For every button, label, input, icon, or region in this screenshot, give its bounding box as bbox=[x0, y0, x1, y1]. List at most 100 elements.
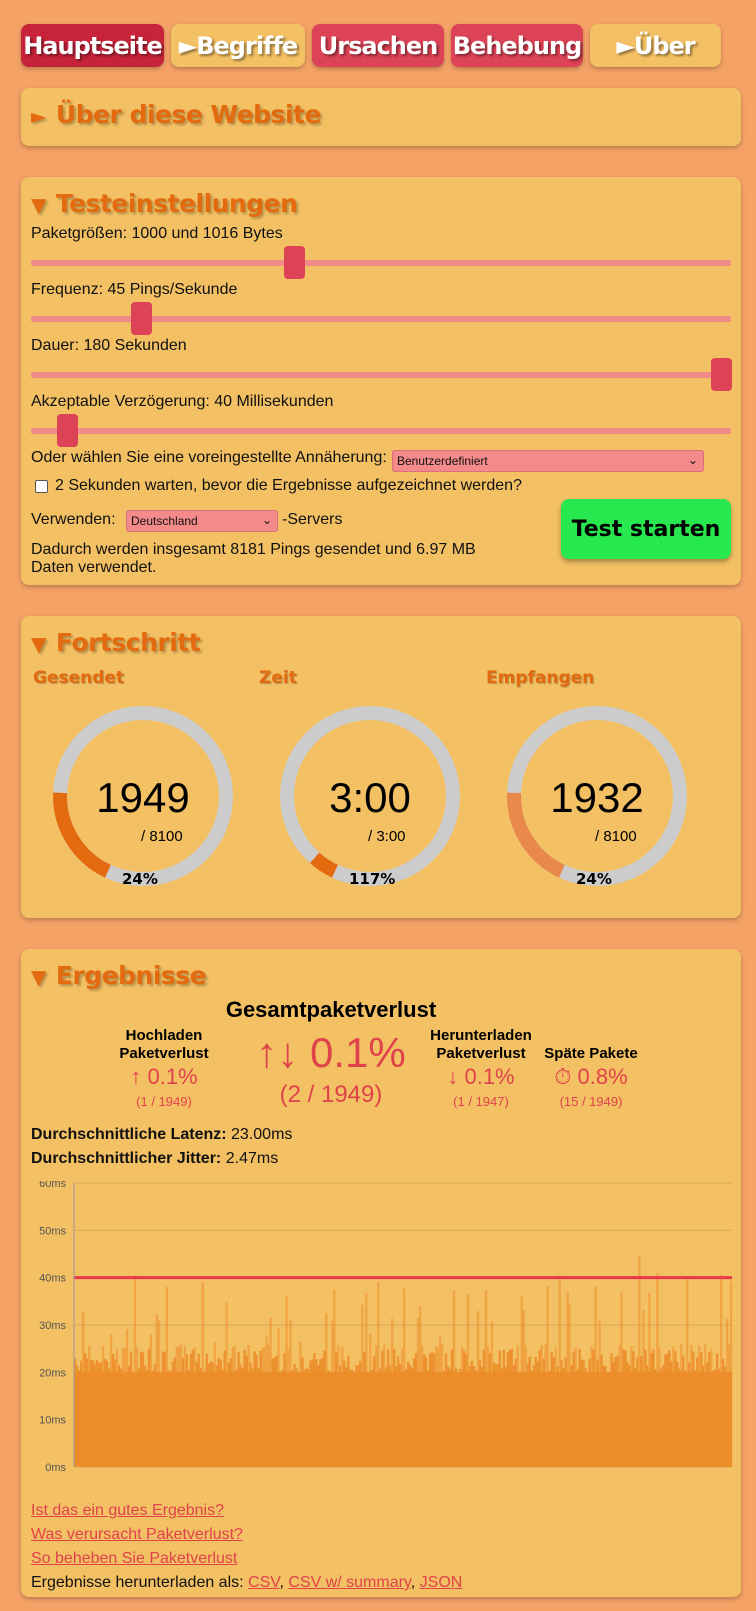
results-panel: ▼ Ergebnisse Gesamtpaketverlust Hochladen… bbox=[21, 949, 741, 1597]
link-good-result[interactable]: Ist das ein gutes Ergebnis? bbox=[31, 1502, 224, 1520]
gauge-received-total: / 8100 bbox=[595, 828, 637, 845]
gauge-received: 1932 / 8100 24% bbox=[503, 702, 691, 890]
link-good-result-text[interactable]: Ist das ein gutes Ergebnis? bbox=[31, 1502, 224, 1519]
chart-y-tick-label: 10ms bbox=[39, 1415, 66, 1427]
gauge-sent-percent: 24% bbox=[122, 870, 158, 888]
wait-label: 2 Sekunden warten, bevor die Ergebnisse … bbox=[55, 477, 522, 494]
download-heading: Herunterladen Paketverlust bbox=[421, 1027, 541, 1063]
results-panel-header[interactable]: ▼ Ergebnisse bbox=[31, 961, 207, 990]
packet-size-slider[interactable] bbox=[31, 246, 731, 279]
top-nav: Hauptseite ►Begriffe Ursachen Behebung ►… bbox=[21, 24, 741, 68]
gauge-time-value: 3:00 bbox=[329, 774, 411, 821]
late-heading: Späte Pakete bbox=[544, 1045, 638, 1062]
progress-panel-header[interactable]: ▼ Fortschritt bbox=[31, 628, 201, 657]
chart-y-tick-label: 30ms bbox=[39, 1320, 66, 1332]
latency-slider-thumb[interactable] bbox=[57, 414, 78, 447]
late-value: ⏱ 0.8% bbox=[554, 1064, 628, 1089]
upload-loss-value: ↑ 0.1% bbox=[130, 1064, 198, 1089]
expanded-triangle-icon: ▼ bbox=[31, 632, 46, 656]
about-panel-title: Über diese Website bbox=[55, 100, 322, 129]
gauge-received-percent: 24% bbox=[576, 870, 612, 888]
nav-fix-button[interactable]: Behebung bbox=[451, 24, 583, 67]
start-test-button[interactable]: Test starten bbox=[561, 499, 731, 559]
packet-size-slider-thumb[interactable] bbox=[284, 246, 305, 279]
chart-y-tick-label: 20ms bbox=[39, 1367, 66, 1379]
frequency-slider-thumb[interactable] bbox=[131, 302, 152, 335]
progress-panel: ▼ Fortschritt Gesendet Zeit Empfangen 194… bbox=[21, 616, 741, 918]
latency-label: Akzeptable Verzögerung: 40 Millisekunden bbox=[31, 393, 334, 410]
use-label: Verwenden: bbox=[31, 511, 116, 528]
summary-text: Dadurch werden insgesamt 8181 Pings gese… bbox=[31, 541, 476, 576]
download-json-link[interactable]: JSON bbox=[420, 1574, 463, 1591]
download-as-label: Ergebnisse herunterladen als: bbox=[31, 1574, 244, 1591]
progress-panel-title: Fortschritt bbox=[55, 628, 201, 657]
gauge-sent: 1949 / 8100 24% bbox=[49, 702, 237, 890]
frequency-label: Frequenz: 45 Pings/Sekunde bbox=[31, 281, 238, 298]
chart-bar-base bbox=[74, 1372, 732, 1467]
servers-suffix-label: -Servers bbox=[282, 511, 343, 528]
gauge-sent-value: 1949 bbox=[96, 774, 190, 821]
nav-causes-button[interactable]: Ursachen bbox=[312, 24, 444, 67]
server-select[interactable]: Deutschland ⌄ bbox=[126, 510, 278, 532]
avg-latency: Durchschnittliche Latenz: 23.00ms bbox=[31, 1126, 292, 1144]
gauge-time-title: Zeit bbox=[259, 668, 297, 688]
latency-slider[interactable] bbox=[31, 414, 731, 447]
nav-home-button[interactable]: Hauptseite bbox=[21, 24, 164, 67]
latency-chart: 60ms 50ms 40ms 30ms 20ms 10ms 0ms bbox=[39, 1181, 733, 1474]
late-count: (15 / 1949) bbox=[559, 1094, 623, 1109]
nav-terms-button[interactable]: ►Begriffe bbox=[171, 24, 305, 67]
avg-latency-label: Durchschnittliche Latenz: bbox=[31, 1126, 227, 1143]
settings-panel-header[interactable]: ▼ Testeinstellungen bbox=[31, 189, 298, 218]
link-cause-text[interactable]: Was verursacht Paketverlust? bbox=[31, 1526, 243, 1543]
link-fix[interactable]: So beheben Sie Paketverlust bbox=[31, 1550, 237, 1568]
preset-select-value: Benutzerdefiniert bbox=[397, 454, 488, 468]
chevron-down-icon: ⌄ bbox=[687, 453, 698, 467]
upload-heading-line2: Paketverlust bbox=[119, 1045, 209, 1062]
chart-y-tick-label: 0ms bbox=[45, 1462, 66, 1474]
download-loss-count: (1 / 1947) bbox=[453, 1094, 509, 1109]
avg-jitter: Durchschnittlicher Jitter: 2.47ms bbox=[31, 1150, 278, 1168]
download-loss-value: ↓ 0.1% bbox=[447, 1064, 515, 1089]
link-fix-text[interactable]: So beheben Sie Paketverlust bbox=[31, 1550, 237, 1567]
duration-slider[interactable] bbox=[31, 358, 732, 391]
wait-checkbox[interactable] bbox=[35, 480, 48, 493]
gauge-time-percent: 117% bbox=[349, 870, 396, 888]
results-panel-title: Ergebnisse bbox=[55, 961, 207, 990]
expanded-triangle-icon: ▼ bbox=[31, 193, 46, 217]
upload-loss-count: (1 / 1949) bbox=[136, 1094, 192, 1109]
duration-label: Dauer: 180 Sekunden bbox=[31, 337, 187, 354]
gauge-received-title: Empfangen bbox=[486, 668, 595, 688]
gauge-received-value: 1932 bbox=[550, 774, 644, 821]
download-csv-summary-link[interactable]: CSV w/ summary bbox=[288, 1574, 410, 1591]
collapsed-triangle-icon: ► bbox=[31, 104, 46, 128]
preset-select[interactable]: Benutzerdefiniert ⌄ bbox=[392, 450, 704, 472]
avg-jitter-label: Durchschnittlicher Jitter: bbox=[31, 1150, 222, 1167]
nav-about-button[interactable]: ►Über bbox=[590, 24, 721, 67]
upload-heading: Hochladen Paketverlust bbox=[99, 1027, 229, 1063]
duration-slider-thumb[interactable] bbox=[711, 358, 732, 391]
frequency-slider[interactable] bbox=[31, 302, 731, 335]
settings-panel-title: Testeinstellungen bbox=[55, 189, 298, 218]
gauge-time-total: / 3:00 bbox=[368, 828, 406, 845]
server-select-value: Deutschland bbox=[131, 514, 198, 528]
upload-heading-line1: Hochladen bbox=[125, 1027, 203, 1044]
preset-label: Oder wählen Sie eine voreingestellte Ann… bbox=[31, 449, 387, 466]
download-heading-line2: Paketverlust bbox=[436, 1045, 526, 1062]
packet-size-label: Paketgrößen: 1000 und 1016 Bytes bbox=[31, 225, 283, 242]
total-loss-count: (2 / 1949) bbox=[279, 1081, 383, 1108]
about-panel-header[interactable]: ► Über diese Website bbox=[31, 100, 321, 129]
gauge-sent-title: Gesendet bbox=[33, 668, 125, 688]
avg-latency-value: 23.00ms bbox=[231, 1126, 293, 1143]
gauge-arc bbox=[310, 852, 339, 878]
expanded-triangle-icon: ▼ bbox=[31, 965, 46, 989]
total-loss-heading: Gesamtpaketverlust bbox=[225, 997, 437, 1022]
download-results: Ergebnisse herunterladen als: CSV, CSV w… bbox=[31, 1574, 463, 1591]
avg-jitter-value: 2.47ms bbox=[225, 1150, 279, 1167]
about-panel: ► Über diese Website bbox=[21, 88, 741, 146]
chart-y-tick-label: 50ms bbox=[39, 1225, 66, 1237]
total-loss-value: ↑↓ 0.1% bbox=[256, 1029, 406, 1076]
chart-y-tick-label: 60ms bbox=[39, 1181, 66, 1190]
link-cause[interactable]: Was verursacht Paketverlust? bbox=[31, 1526, 243, 1544]
download-csv-link[interactable]: CSV bbox=[248, 1574, 279, 1591]
chart-y-tick-label: 40ms bbox=[39, 1273, 66, 1285]
